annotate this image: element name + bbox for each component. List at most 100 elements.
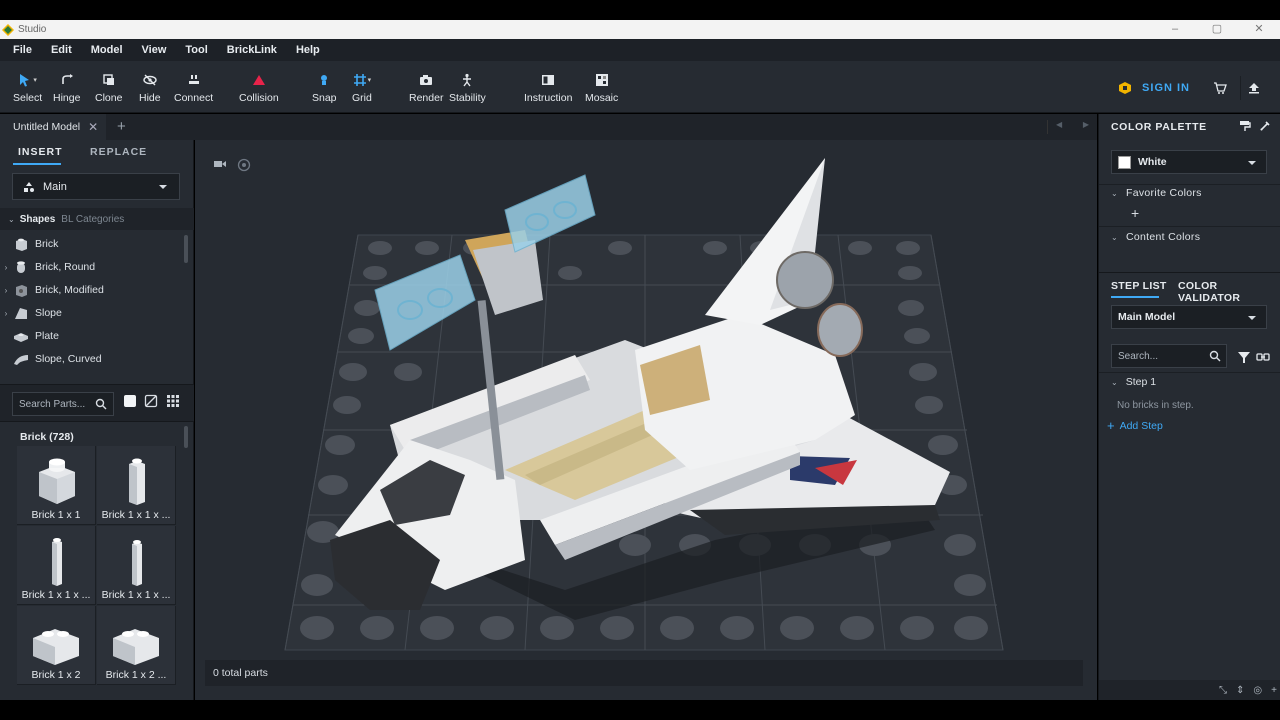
color-select[interactable]: White [1111, 150, 1267, 174]
tab-replace[interactable]: REPLACE [90, 146, 147, 158]
select-tool-button[interactable]: ▾ Select [13, 72, 42, 104]
menu-tool[interactable]: Tool [185, 44, 207, 56]
shapes-header: ⌄ Shapes BL Categories [0, 208, 194, 230]
add-tab-button[interactable]: + [117, 118, 126, 135]
stability-tool-button[interactable]: Stability [449, 72, 486, 104]
collision-tool-button[interactable]: Collision [239, 72, 279, 104]
brick-1x2-icon [113, 629, 159, 665]
maximize-button[interactable]: ▢ [1196, 20, 1238, 39]
menu-bar: File Edit Model View Tool BrickLink Help [0, 39, 1280, 61]
white-square-icon[interactable] [123, 394, 137, 408]
shapes-icon [24, 181, 34, 192]
render-tool-button[interactable]: Render [409, 72, 443, 104]
chevron-down-icon[interactable]: ⌄ [8, 215, 15, 224]
paint-roller-icon [1240, 121, 1251, 131]
sign-in-button[interactable]: SIGN IN [1118, 81, 1190, 95]
part-item[interactable]: Brick 1 x 1 [17, 446, 96, 525]
chevron-down-icon: ⌄ [1111, 232, 1119, 242]
tab-next-icon[interactable]: ▶ [1083, 120, 1089, 134]
minimize-button[interactable]: – [1154, 20, 1196, 39]
add-favorite-color-button[interactable]: + [1131, 205, 1139, 221]
content-colors-section[interactable]: ⌄ Content Colors [1111, 228, 1200, 246]
hinge-tool-button[interactable]: Hinge [53, 72, 80, 104]
connect-tool-button[interactable]: Connect [174, 72, 213, 104]
part-count: 0 total parts [213, 667, 268, 679]
part-search-input[interactable] [19, 398, 93, 410]
expand-all-icon[interactable]: ⇕ [1236, 685, 1244, 696]
menu-model[interactable]: Model [91, 44, 123, 56]
category-item[interactable]: › Slope [0, 302, 180, 324]
grid-view-icon[interactable] [166, 394, 180, 408]
hinge-icon [61, 74, 73, 84]
tab-untitled-model[interactable]: Untitled Model ✕ [0, 114, 106, 140]
category-item[interactable]: Plate [0, 325, 180, 347]
grid-tool-button[interactable]: ▾ Grid [352, 72, 372, 104]
search-icon[interactable] [95, 398, 107, 410]
part-item[interactable]: Brick 1 x 2 ... [97, 606, 176, 685]
palette-select[interactable]: Main [12, 173, 180, 200]
filter-icon[interactable] [1237, 350, 1251, 364]
category-item[interactable]: › Brick, Modified [0, 279, 180, 301]
favorite-colors-section[interactable]: ⌄ Favorite Colors [1111, 184, 1202, 202]
clone-tool-button[interactable]: Clone [95, 72, 122, 104]
filter-color-icon[interactable] [144, 394, 158, 408]
hide-tool-button[interactable]: Hide [139, 72, 161, 104]
tab-shapes[interactable]: Shapes [20, 214, 56, 225]
snap-tool-button[interactable]: Snap [312, 72, 337, 104]
model-scene [284, 158, 1004, 651]
collapse-all-icon[interactable]: ⤡ [1219, 685, 1227, 696]
user-hex-icon [1119, 82, 1132, 94]
step-search-box [1111, 344, 1227, 368]
part-item[interactable]: Brick 1 x 2 [17, 606, 96, 685]
modified-brick-icon [16, 285, 27, 297]
divider [1099, 372, 1280, 373]
category-item[interactable]: › Brick, Round [0, 256, 180, 278]
round-brick-icon [17, 261, 25, 273]
link-icon[interactable] [1256, 350, 1270, 364]
close-window-button[interactable]: ✕ [1238, 20, 1280, 39]
tab-bl-categories[interactable]: BL Categories [61, 214, 124, 225]
parts-scrollbar[interactable] [184, 426, 188, 448]
add-icon[interactable]: + [1271, 685, 1277, 696]
category-scrollbar[interactable] [184, 235, 188, 263]
curved-slope-icon [14, 355, 28, 365]
part-item[interactable]: Brick 1 x 1 x ... [97, 446, 176, 525]
color-palette-header: COLOR PALETTE [1099, 114, 1280, 140]
tall-brick-icon [129, 458, 145, 505]
part-item[interactable]: Brick 1 x 1 x ... [17, 526, 96, 605]
parts-panel-tabs: INSERT REPLACE [0, 140, 194, 166]
tab-color-validator[interactable]: COLOR VALIDATOR [1178, 280, 1280, 304]
category-list: Brick › Brick, Round › Brick, Modified ›… [0, 232, 194, 382]
part-item[interactable]: Brick 1 x 1 x ... [97, 526, 176, 605]
eye-slash-icon [143, 74, 157, 86]
menu-bricklink[interactable]: BrickLink [227, 44, 277, 56]
tab-step-list[interactable]: STEP LIST [1111, 280, 1167, 292]
eyedropper-button[interactable] [1259, 120, 1271, 135]
add-step-button[interactable]: + Add Step [1107, 418, 1163, 433]
upload-button[interactable] [1240, 76, 1266, 100]
cart-button[interactable] [1207, 76, 1233, 100]
search-icon[interactable] [1209, 350, 1221, 362]
menu-file[interactable]: File [13, 44, 32, 56]
instruction-tool-button[interactable]: Instruction [524, 72, 572, 104]
category-item[interactable]: Brick [0, 233, 180, 255]
document-tab-bar: Untitled Model ✕ + ◀ ▶ [0, 114, 1097, 140]
chevron-right-icon: › [4, 262, 8, 272]
tab-insert[interactable]: INSERT [18, 146, 63, 158]
category-item[interactable]: Slope, Curved [0, 348, 180, 370]
menu-edit[interactable]: Edit [51, 44, 72, 56]
paint-roller-button[interactable] [1239, 120, 1251, 135]
menu-help[interactable]: Help [296, 44, 320, 56]
mosaic-tool-button[interactable]: Mosaic [585, 72, 618, 104]
3d-viewport[interactable]: 0 total parts [195, 140, 1097, 700]
visibility-off-icon[interactable]: ◎ [1253, 685, 1262, 696]
snap-icon [321, 75, 328, 85]
tab-prev-icon[interactable]: ◀ [1056, 120, 1062, 134]
step-item[interactable]: ⌄ Step 1 [1111, 376, 1156, 388]
part-search-row [0, 384, 194, 422]
close-tab-icon[interactable]: ✕ [88, 120, 98, 134]
step-search-input[interactable] [1118, 350, 1206, 362]
menu-view[interactable]: View [142, 44, 167, 56]
empty-step-message: No bricks in step. [1117, 400, 1194, 411]
model-select[interactable]: Main Model [1111, 305, 1267, 329]
